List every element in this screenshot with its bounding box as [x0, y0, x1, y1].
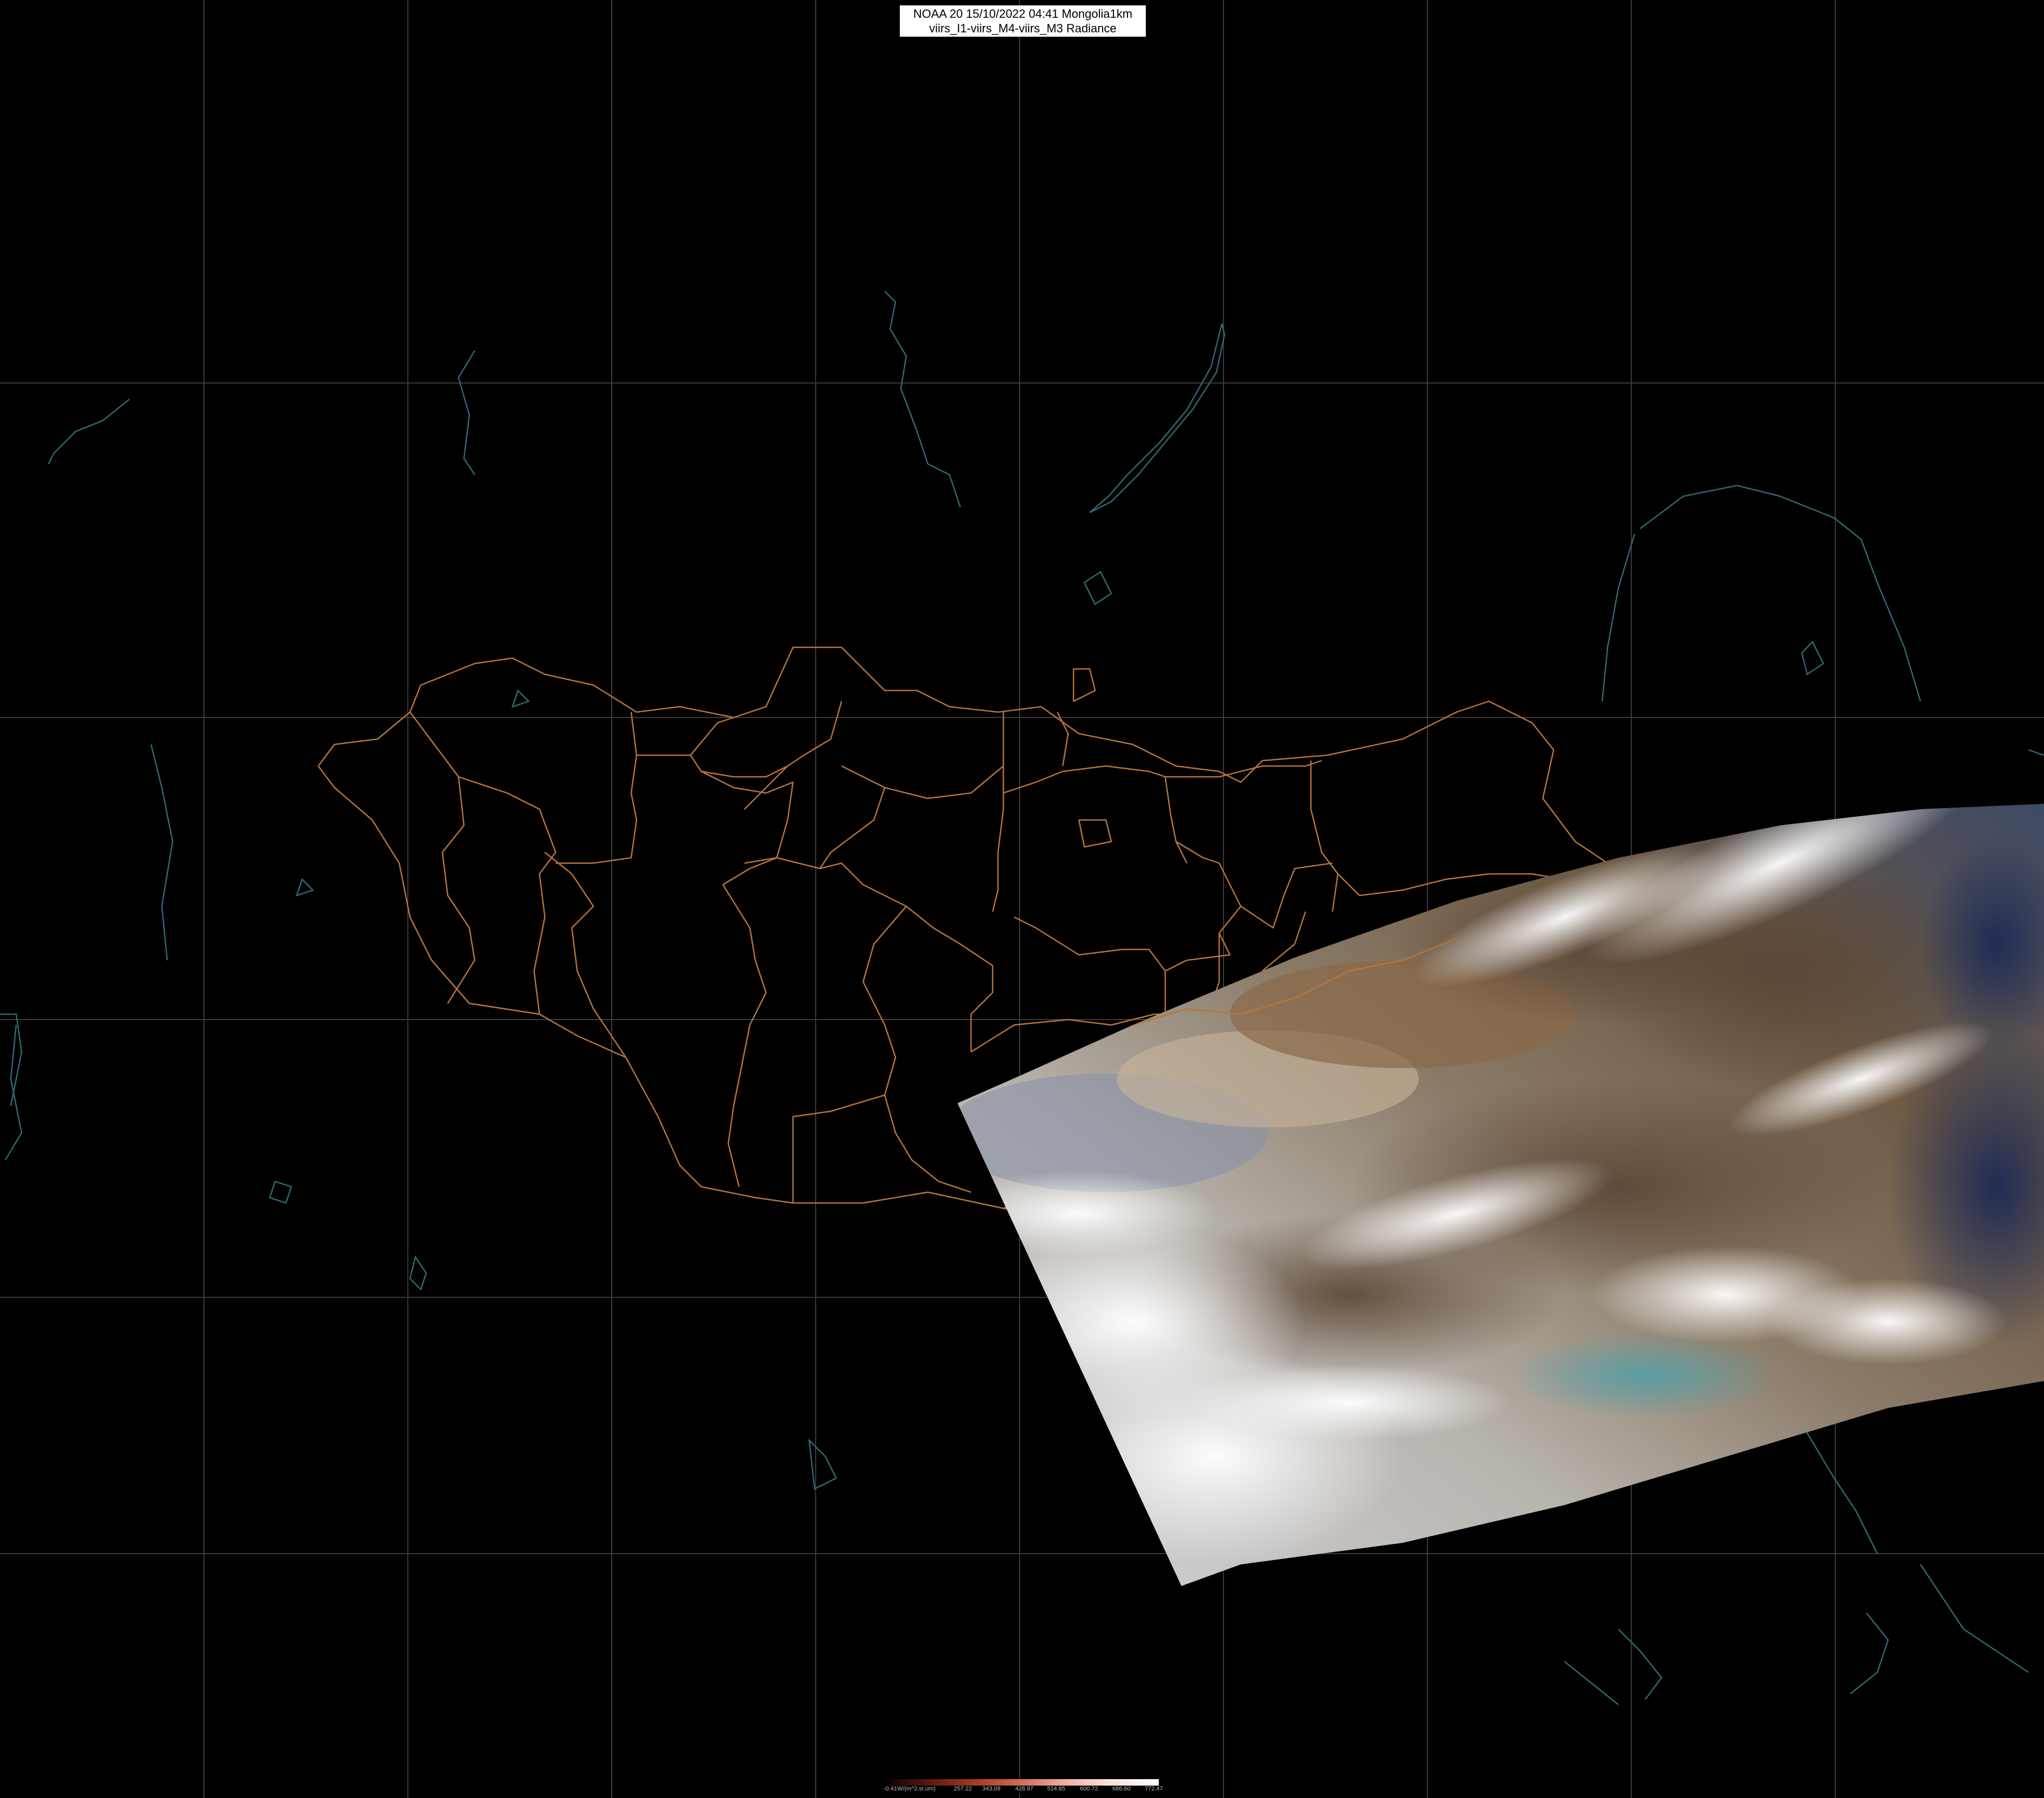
title-line-2: viirs_I1-viirs_M4-viirs_M3 Radiance	[929, 22, 1117, 35]
legend-tick-2: 343.09	[982, 1786, 1001, 1792]
legend-tick-4: 514.85	[1047, 1786, 1065, 1792]
legend-tick-5: 600.72	[1080, 1786, 1098, 1792]
legend-tick-3: 428.97	[1015, 1786, 1034, 1792]
legend-tick-0: -0.41W/(m^2.sr.um)	[884, 1786, 936, 1792]
legend-tick-labels: -0.41W/(m^2.sr.um) 257.22 343.09 428.97 514.…	[883, 1786, 1163, 1793]
satellite-swath	[958, 804, 2044, 1586]
legend-color-bar	[883, 1779, 1159, 1786]
image-title-box: NOAA 20 15/10/2022 04:41 Mongolia1km vii…	[900, 5, 1146, 37]
radiance-legend: -0.41W/(m^2.sr.um) 257.22 343.09 428.97 514.…	[883, 1779, 1163, 1793]
legend-tick-6: 686.60	[1112, 1786, 1131, 1792]
legend-tick-1: 257.22	[954, 1786, 972, 1792]
title-line-1: NOAA 20 15/10/2022 04:41 Mongolia1km	[913, 7, 1133, 20]
legend-tick-7: 772.47	[1145, 1786, 1163, 1792]
satellite-map	[0, 0, 2044, 1798]
